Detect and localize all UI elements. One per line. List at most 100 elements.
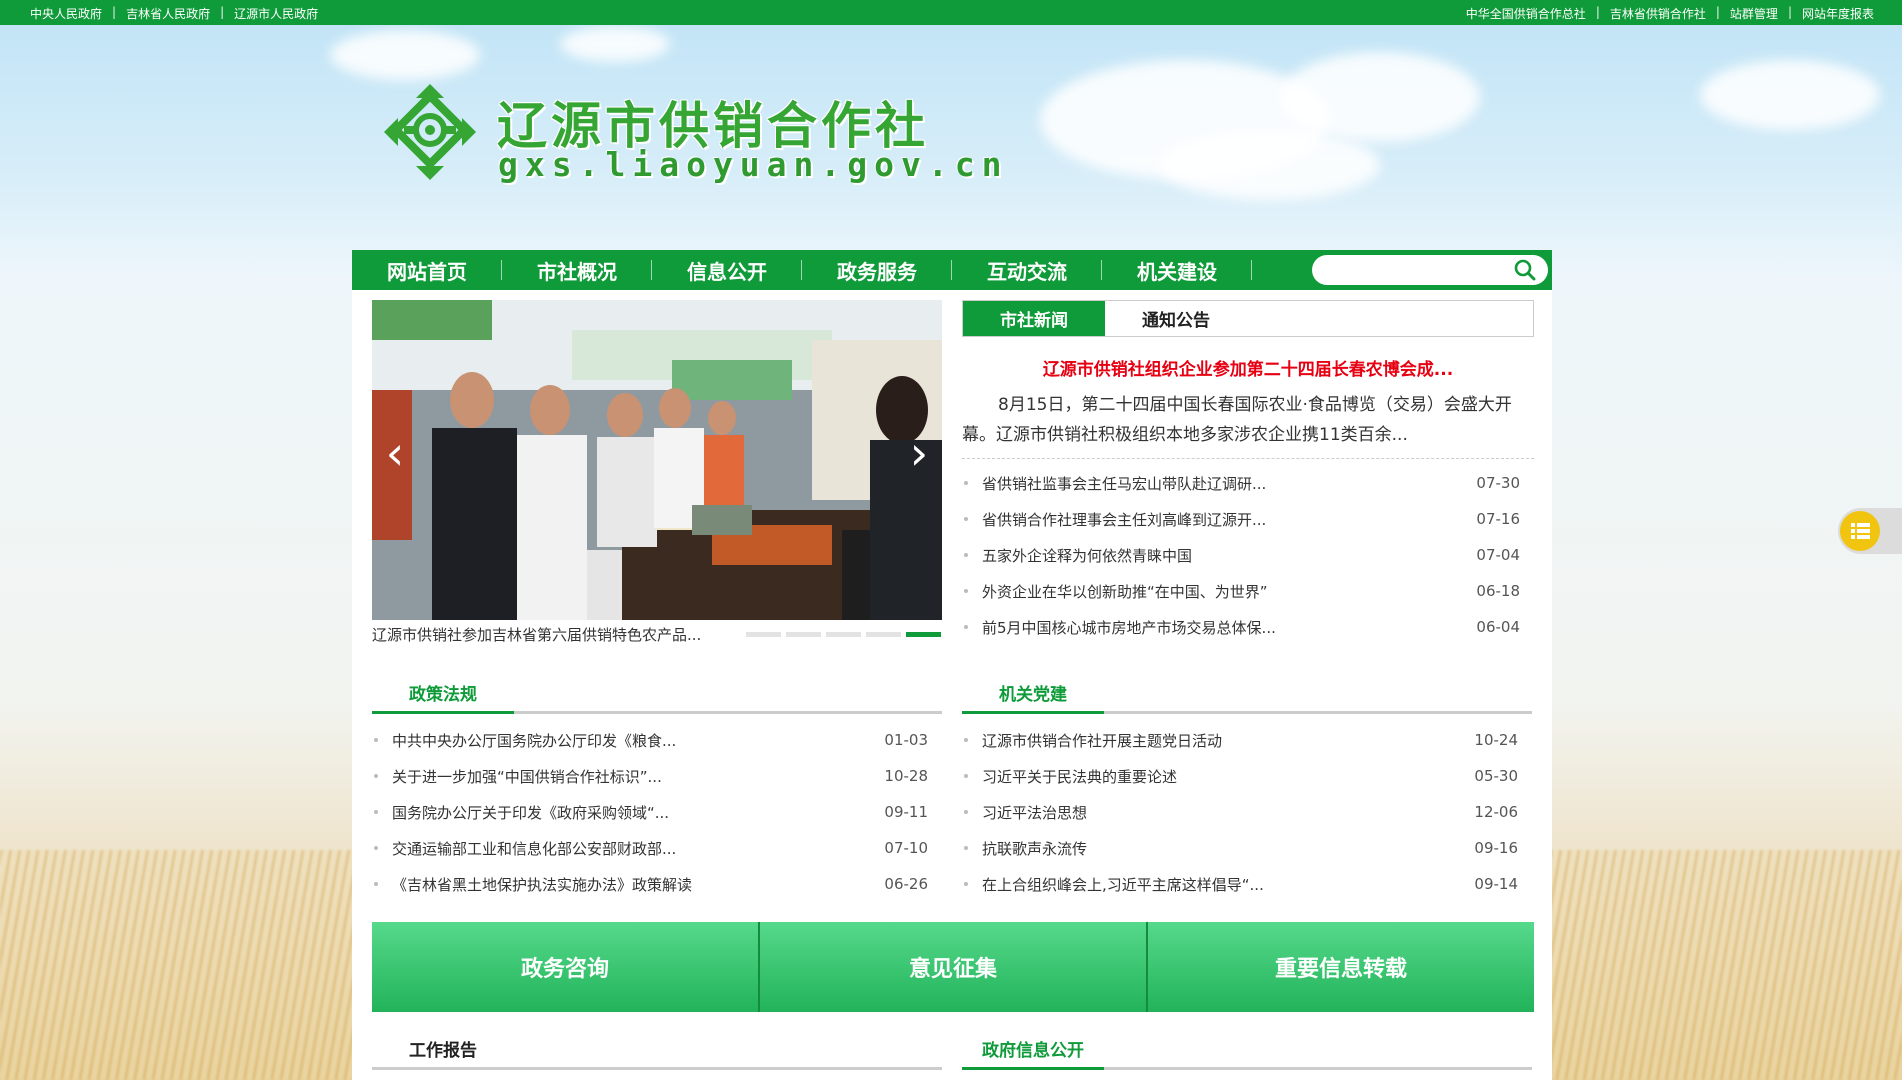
list-item[interactable]: 抗联歌声永流传 09-16 xyxy=(962,830,1532,866)
news-block: 市社新闻 通知公告 辽源市供销社组织企业参加第二十四届长春农博会成... 8月1… xyxy=(962,300,1534,645)
link-site-group-admin[interactable]: 站群管理 xyxy=(1730,5,1778,22)
list-item[interactable]: 在上合组织峰会上,习近平主席这样倡导“... 09-14 xyxy=(962,866,1532,902)
separator: | xyxy=(1787,5,1792,19)
wheat-field-decoration xyxy=(0,850,360,1080)
list-item-date: 10-28 xyxy=(884,767,928,785)
news-list: 省供销社监事会主任马宏山带队赴辽调研... 07-30 省供销合作社理事会主任刘高… xyxy=(962,465,1534,645)
section-header: 政府信息公开 xyxy=(962,1030,1532,1070)
cloud-decoration xyxy=(330,30,480,80)
list-item-date: 07-30 xyxy=(1476,474,1520,492)
nav-info-disclosure[interactable]: 信息公开 xyxy=(652,250,802,290)
list-item-date: 01-03 xyxy=(884,731,928,749)
list-item[interactable]: 省供销社监事会主任马宏山带队赴辽调研... 07-30 xyxy=(962,465,1534,501)
link-annual-report[interactable]: 网站年度报表 xyxy=(1802,5,1874,22)
list-item-date: 09-16 xyxy=(1474,839,1518,857)
party-list: 辽源市供销合作社开展主题党日活动 10-24 习近平关于民法典的重要论述 05-30… xyxy=(962,722,1532,902)
list-item-date: 10-24 xyxy=(1474,731,1518,749)
link-all-china-coop[interactable]: 中华全国供销合作总社 xyxy=(1466,5,1586,22)
list-item[interactable]: 《吉林省黑土地保护执法实施办法》政策解读 06-26 xyxy=(372,866,942,902)
section-title-party[interactable]: 机关党建 xyxy=(962,674,1104,714)
list-item-date: 05-30 xyxy=(1474,767,1518,785)
nav-org-building[interactable]: 机关建设 xyxy=(1102,250,1252,290)
list-item-date: 09-11 xyxy=(884,803,928,821)
headline-news-title[interactable]: 辽源市供销社组织企业参加第二十四届长春农博会成... xyxy=(962,355,1534,380)
cooperative-logo-icon xyxy=(384,84,476,180)
wheat-field-decoration xyxy=(1550,850,1902,1080)
nav-home[interactable]: 网站首页 xyxy=(352,250,502,290)
link-jilin-government[interactable]: 吉林省人民政府 xyxy=(126,5,210,22)
list-item[interactable]: 中共中央办公厅国务院办公厅印发《粮食... 01-03 xyxy=(372,722,942,758)
list-menu-icon xyxy=(1840,511,1880,551)
list-item-date: 06-18 xyxy=(1476,582,1520,600)
slide-prev-arrow[interactable]: ‹ xyxy=(380,428,410,478)
slide-caption[interactable]: 辽源市供销社参加吉林省第六届供销特色农产品... xyxy=(372,624,772,645)
nav-overview[interactable]: 市社概况 xyxy=(502,250,652,290)
search-icon[interactable] xyxy=(1514,259,1536,281)
list-item-date: 09-14 xyxy=(1474,875,1518,893)
tab-coop-news[interactable]: 市社新闻 xyxy=(963,301,1105,336)
search-input[interactable] xyxy=(1322,257,1512,283)
slide-photo xyxy=(372,300,942,620)
list-item-date: 07-16 xyxy=(1476,510,1520,528)
slide-dot-active[interactable] xyxy=(906,632,941,637)
list-item[interactable]: 辽源市供销合作社开展主题党日活动 10-24 xyxy=(962,722,1532,758)
list-item-title: 前5月中国核心城市房地产市场交易总体保... xyxy=(982,618,1276,637)
top-right-links: 中华全国供销合作总社 | 吉林省供销合作社 | 站群管理 | 网站年度报表 xyxy=(1466,5,1874,22)
list-item[interactable]: 习近平关于民法典的重要论述 05-30 xyxy=(962,758,1532,794)
separator: | xyxy=(220,5,225,19)
list-item-title: 在上合组织峰会上,习近平主席这样倡导“... xyxy=(982,875,1264,894)
floating-menu-tab[interactable] xyxy=(1838,508,1902,554)
section-header: 政策法规 xyxy=(372,674,942,714)
slide-next-arrow[interactable]: › xyxy=(904,428,934,478)
slide-dot[interactable] xyxy=(786,632,821,637)
slide-dot[interactable] xyxy=(746,632,781,637)
section-title-gov-info[interactable]: 政府信息公开 xyxy=(962,1030,1104,1070)
link-central-government[interactable]: 中央人民政府 xyxy=(30,5,102,22)
list-item-title: 习近平法治思想 xyxy=(982,803,1088,822)
list-item-date: 07-04 xyxy=(1476,546,1520,564)
list-item[interactable]: 省供销合作社理事会主任刘高峰到辽源开... 07-16 xyxy=(962,501,1534,537)
list-item[interactable]: 前5月中国核心城市房地产市场交易总体保... 06-04 xyxy=(962,609,1534,645)
list-item-title: 抗联歌声永流传 xyxy=(982,839,1088,858)
list-item-date: 12-06 xyxy=(1474,803,1518,821)
list-item[interactable]: 习近平法治思想 12-06 xyxy=(962,794,1532,830)
tab-notices[interactable]: 通知公告 xyxy=(1105,301,1247,336)
list-item-date: 06-26 xyxy=(884,875,928,893)
link-liaoyuan-government[interactable]: 辽源市人民政府 xyxy=(234,5,318,22)
separator: | xyxy=(1715,5,1720,19)
link-jilin-coop[interactable]: 吉林省供销合作社 xyxy=(1610,5,1706,22)
list-item-title: 中共中央办公厅国务院办公厅印发《粮食... xyxy=(392,731,677,750)
list-item-title: 省供销合作社理事会主任刘高峰到辽源开... xyxy=(982,510,1267,529)
list-item-title: 五家外企诠释为何依然青睐中国 xyxy=(982,546,1193,565)
headline-news-summary: 8月15日，第二十四届中国长春国际农业·食品博览（交易）会盛大开幕。辽源市供销社… xyxy=(962,390,1534,459)
list-item[interactable]: 关于进一步加强“中国供销合作社标识”... 10-28 xyxy=(372,758,942,794)
banner-info-repost[interactable]: 重要信息转载 xyxy=(1146,922,1534,1012)
section-title-policy[interactable]: 政策法规 xyxy=(372,674,514,714)
policy-section: 政策法规 中共中央办公厅国务院办公厅印发《粮食... 01-03 关于进一步加强“… xyxy=(372,674,942,902)
banner-gov-consult[interactable]: 政务咨询 xyxy=(372,922,758,1012)
list-item-title: 省供销社监事会主任马宏山带队赴辽调研... xyxy=(982,474,1267,493)
nav-gov-services[interactable]: 政务服务 xyxy=(802,250,952,290)
list-item-title: 《吉林省黑土地保护执法实施办法》政策解读 xyxy=(392,875,693,894)
list-item[interactable]: 交通运输部工业和信息化部公安部财政部... 07-10 xyxy=(372,830,942,866)
cloud-decoration xyxy=(1700,60,1880,130)
list-item[interactable]: 五家外企诠释为何依然青睐中国 07-04 xyxy=(962,537,1534,573)
list-item[interactable]: 国务院办公厅关于印发《政府采购领域“... 09-11 xyxy=(372,794,942,830)
photo-slideshow[interactable]: ‹ › xyxy=(372,300,942,620)
slide-dot[interactable] xyxy=(866,632,901,637)
list-item-title: 交通运输部工业和信息化部公安部财政部... xyxy=(392,839,677,858)
list-item-date: 07-10 xyxy=(884,839,928,857)
list-item-title: 习近平关于民法典的重要论述 xyxy=(982,767,1178,786)
site-url: gxs.liaoyuan.gov.cn xyxy=(498,145,1009,184)
banner-opinion-collection[interactable]: 意见征集 xyxy=(758,922,1146,1012)
section-header: 工作报告 xyxy=(372,1030,942,1070)
section-title-work-report[interactable]: 工作报告 xyxy=(372,1030,514,1070)
list-item-title: 辽源市供销合作社开展主题党日活动 xyxy=(982,731,1223,750)
cloud-decoration xyxy=(1160,130,1380,200)
policy-list: 中共中央办公厅国务院办公厅印发《粮食... 01-03 关于进一步加强“中国供销合… xyxy=(372,722,942,902)
section-header: 机关党建 xyxy=(962,674,1532,714)
list-item-date: 06-04 xyxy=(1476,618,1520,636)
slide-dot[interactable] xyxy=(826,632,861,637)
nav-interaction[interactable]: 互动交流 xyxy=(952,250,1102,290)
list-item[interactable]: 外资企业在华以创新助推“在中国、为世界” 06-18 xyxy=(962,573,1534,609)
